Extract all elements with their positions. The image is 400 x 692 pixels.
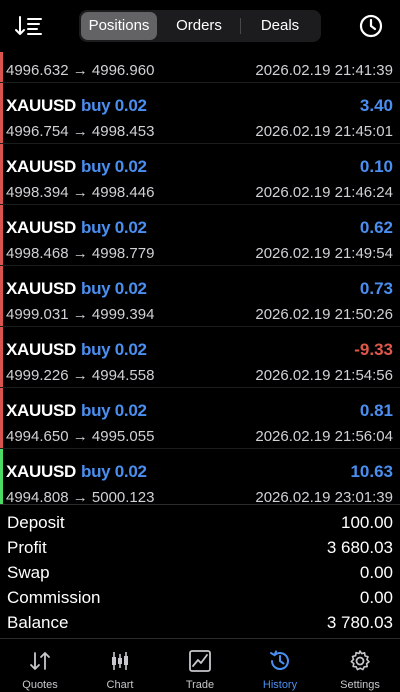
deal-prices: 4999.031 → 4999.394 bbox=[6, 306, 155, 323]
summary-label: Profit bbox=[7, 538, 47, 557]
loss-indicator-bar bbox=[0, 83, 3, 143]
deal-side: buy 0.02 bbox=[81, 218, 147, 237]
summary-value: 0.00 bbox=[359, 563, 393, 582]
deals-list[interactable]: 4996.632 → 4996.960 2026.02.19 21:41:39 … bbox=[0, 52, 400, 504]
deal-time: 2026.02.19 21:54:56 bbox=[255, 367, 393, 384]
deal-prices: 4998.468 → 4998.779 bbox=[6, 245, 155, 262]
deal-symbol: XAUUSD buy 0.02 bbox=[6, 218, 147, 237]
summary-value: 100.00 bbox=[341, 513, 393, 532]
tab-label: History bbox=[262, 679, 298, 691]
deal-prices: 4994.808 → 5000.123 bbox=[6, 489, 155, 504]
deal-time: 2026.02.19 21:56:04 bbox=[255, 428, 393, 445]
deal-time: 2026.02.19 21:49:54 bbox=[255, 245, 393, 262]
deal-profit: 0.10 bbox=[359, 157, 393, 176]
clock-icon bbox=[359, 14, 383, 38]
summary-deposit: Deposit 100.00 bbox=[0, 511, 400, 536]
tab-trade[interactable]: Trade bbox=[160, 639, 240, 692]
summary-label: Balance bbox=[7, 613, 69, 632]
summary-value: 0.00 bbox=[359, 588, 393, 607]
tab-orders[interactable]: Orders bbox=[159, 12, 239, 40]
deal-prices: 4994.650 → 4995.055 bbox=[6, 428, 155, 445]
tab-deals[interactable]: Deals bbox=[241, 12, 319, 40]
gear-icon bbox=[350, 650, 370, 671]
list-item[interactable]: XAUUSD buy 0.02 0.81 4994.650 → 4995.055 … bbox=[0, 388, 400, 449]
deal-profit: 0.81 bbox=[359, 401, 393, 420]
win-indicator-bar bbox=[0, 449, 3, 504]
tab-chart[interactable]: Chart bbox=[80, 639, 160, 692]
deal-side: buy 0.02 bbox=[81, 462, 147, 481]
deal-symbol: XAUUSD buy 0.02 bbox=[6, 401, 147, 420]
list-item[interactable]: XAUUSD buy 0.02 0.73 4999.031 → 4999.394 … bbox=[0, 266, 400, 327]
sort-icon bbox=[15, 16, 42, 35]
deal-side: buy 0.02 bbox=[81, 340, 147, 359]
chart-icon bbox=[112, 652, 128, 670]
deal-symbol: XAUUSD buy 0.02 bbox=[6, 340, 147, 359]
deal-profit: 0.73 bbox=[359, 279, 393, 298]
list-item[interactable]: XAUUSD buy 0.02 3.40 4996.754 → 4998.453 … bbox=[0, 83, 400, 144]
deal-time: 2026.02.19 21:41:39 bbox=[255, 62, 393, 79]
deal-profit: -9.33 bbox=[354, 340, 393, 359]
summary-swap: Swap 0.00 bbox=[0, 561, 400, 586]
loss-indicator-bar bbox=[0, 52, 3, 82]
loss-indicator-bar bbox=[0, 266, 3, 326]
top-header: Positions Orders Deals bbox=[0, 0, 400, 52]
deal-symbol: XAUUSD buy 0.02 bbox=[6, 279, 147, 298]
tab-label: Settings bbox=[340, 679, 380, 691]
loss-indicator-bar bbox=[0, 205, 3, 265]
loss-indicator-bar bbox=[0, 327, 3, 387]
deal-time: 2026.02.19 21:45:01 bbox=[255, 123, 393, 140]
deal-prices: 4996.632 → 4996.960 bbox=[6, 62, 155, 79]
list-item[interactable]: XAUUSD buy 0.02 10.63 4994.808 → 5000.123… bbox=[0, 449, 400, 504]
sort-button[interactable] bbox=[14, 12, 44, 40]
deal-side: buy 0.02 bbox=[81, 279, 147, 298]
deal-prices: 4996.754 → 4998.453 bbox=[6, 123, 155, 140]
summary-value: 3 780.03 bbox=[326, 613, 393, 632]
summary-label: Commission bbox=[7, 588, 101, 607]
quotes-icon bbox=[30, 652, 50, 670]
segmented-control: Positions Orders Deals bbox=[79, 10, 321, 42]
summary-value: 3 680.03 bbox=[326, 538, 393, 557]
tab-history[interactable]: History bbox=[240, 639, 320, 692]
list-item[interactable]: 4996.632 → 4996.960 2026.02.19 21:41:39 bbox=[0, 52, 400, 83]
tab-label: Quotes bbox=[22, 679, 58, 691]
deal-side: buy 0.02 bbox=[81, 96, 147, 115]
deal-prices: 4998.394 → 4998.446 bbox=[6, 184, 155, 201]
summary-profit: Profit 3 680.03 bbox=[0, 536, 400, 561]
tab-positions[interactable]: Positions bbox=[81, 12, 157, 40]
account-summary: Deposit 100.00 Profit 3 680.03 Swap 0.00… bbox=[0, 504, 400, 638]
history-period-button[interactable] bbox=[358, 13, 384, 39]
deal-profit: 3.40 bbox=[359, 96, 393, 115]
list-item[interactable]: XAUUSD buy 0.02 0.62 4998.468 → 4998.779 … bbox=[0, 205, 400, 266]
summary-balance: Balance 3 780.03 bbox=[0, 611, 400, 636]
tab-label: Chart bbox=[106, 679, 134, 691]
bottom-tab-bar: Quotes Chart Trade History Settings bbox=[0, 638, 400, 692]
summary-commission: Commission 0.00 bbox=[0, 586, 400, 611]
tab-settings[interactable]: Settings bbox=[320, 639, 400, 692]
tab-quotes[interactable]: Quotes bbox=[0, 639, 80, 692]
deal-prices: 4999.226 → 4994.558 bbox=[6, 367, 155, 384]
deal-symbol: XAUUSD buy 0.02 bbox=[6, 462, 147, 481]
trade-icon bbox=[189, 650, 211, 672]
deal-profit: 10.63 bbox=[350, 462, 393, 481]
deal-profit: 0.62 bbox=[359, 218, 393, 237]
deal-symbol: XAUUSD buy 0.02 bbox=[6, 157, 147, 176]
deal-side: buy 0.02 bbox=[81, 157, 147, 176]
summary-label: Deposit bbox=[7, 513, 65, 532]
summary-label: Swap bbox=[7, 563, 50, 582]
deal-side: buy 0.02 bbox=[81, 401, 147, 420]
deal-time: 2026.02.19 21:50:26 bbox=[255, 306, 393, 323]
list-item[interactable]: XAUUSD buy 0.02 0.10 4998.394 → 4998.446 … bbox=[0, 144, 400, 205]
deal-time: 2026.02.19 23:01:39 bbox=[255, 489, 393, 504]
loss-indicator-bar bbox=[0, 144, 3, 204]
history-icon bbox=[270, 650, 289, 670]
tab-label: Trade bbox=[185, 679, 215, 691]
deal-time: 2026.02.19 21:46:24 bbox=[255, 184, 393, 201]
loss-indicator-bar bbox=[0, 388, 3, 448]
list-item[interactable]: XAUUSD buy 0.02 -9.33 4999.226 → 4994.558… bbox=[0, 327, 400, 388]
deal-symbol: XAUUSD buy 0.02 bbox=[6, 96, 147, 115]
